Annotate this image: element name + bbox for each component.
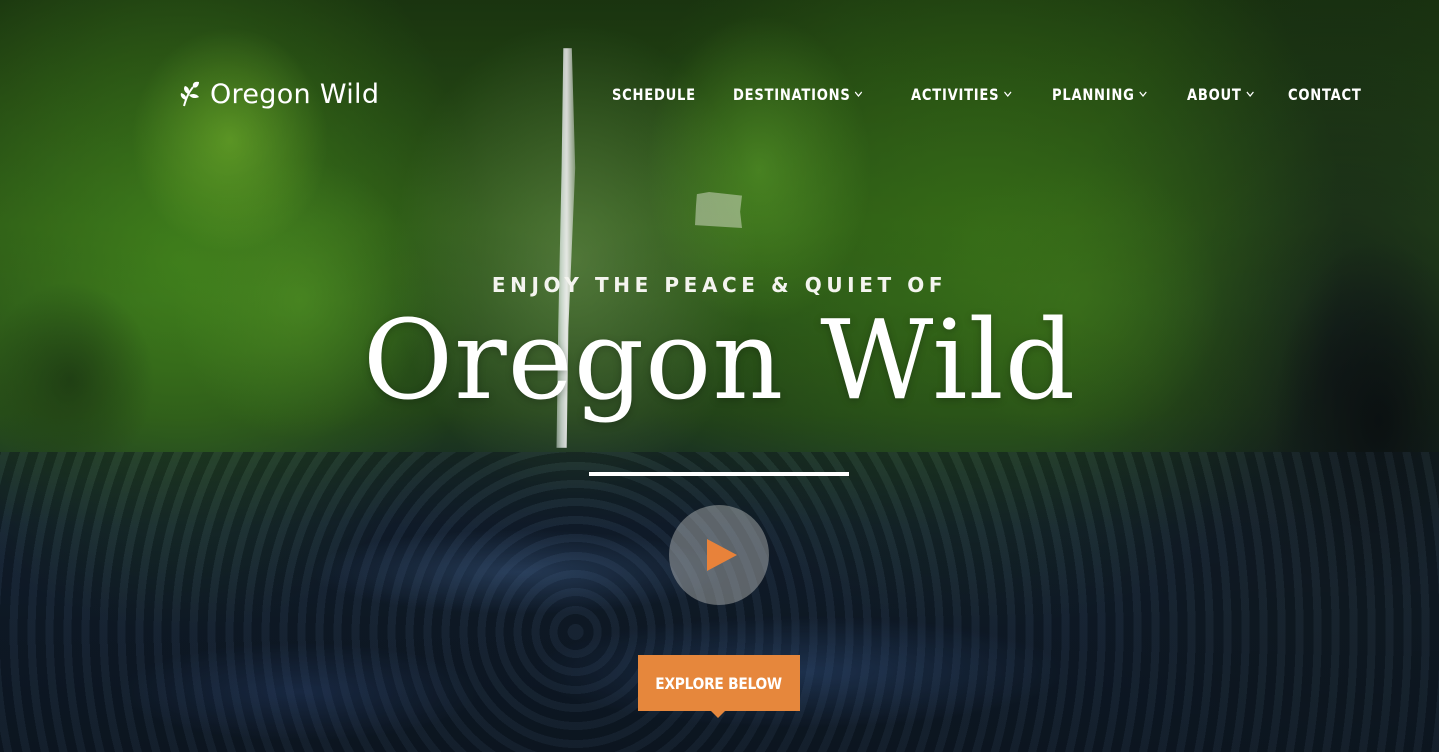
chevron-down-icon [1139, 91, 1147, 97]
explore-below-button[interactable]: EXPLORE BELOW [638, 655, 800, 711]
logo-text: Oregon Wild [210, 78, 380, 110]
nav-item-label: CONTACT [1287, 84, 1362, 104]
nav-item-label: PLANNING [1052, 84, 1135, 104]
hero-divider [589, 472, 849, 476]
nav-item-label: ABOUT [1186, 84, 1242, 104]
nav-item-destinations[interactable]: DESTINATIONS [733, 85, 863, 104]
hero-kicker: ENJOY THE PEACE & QUIET OF [491, 273, 948, 297]
nav-item-activities[interactable]: ACTIVITIES [911, 85, 1012, 104]
nav-item-label: ACTIVITIES [910, 84, 999, 104]
oregon-state-outline-icon [695, 192, 742, 228]
nav-item-label: DESTINATIONS [733, 84, 851, 104]
hero-section: Oregon Wild SCHEDULE DESTINATIONS ACTIVI… [0, 0, 1439, 752]
chevron-down-icon [855, 91, 863, 97]
nav-item-about[interactable]: ABOUT [1187, 85, 1254, 104]
leaf-sprig-icon [180, 81, 199, 107]
hero-headline: Oregon Wild [362, 296, 1077, 424]
nav-item-schedule[interactable]: SCHEDULE [612, 85, 696, 104]
main-nav: SCHEDULE DESTINATIONS ACTIVITIES PLANNIN… [612, 82, 1396, 106]
chevron-down-icon [1246, 91, 1254, 97]
nav-item-contact[interactable]: CONTACT [1288, 85, 1362, 104]
chevron-down-icon [1003, 91, 1011, 97]
site-logo[interactable]: Oregon Wild [178, 76, 379, 112]
cta-pointer-arrow [711, 711, 725, 718]
nav-item-planning[interactable]: PLANNING [1052, 85, 1147, 104]
nav-item-label: SCHEDULE [612, 84, 696, 104]
explore-below-label: EXPLORE BELOW [655, 673, 783, 693]
play-video-button[interactable] [669, 505, 769, 605]
play-icon [707, 539, 737, 571]
